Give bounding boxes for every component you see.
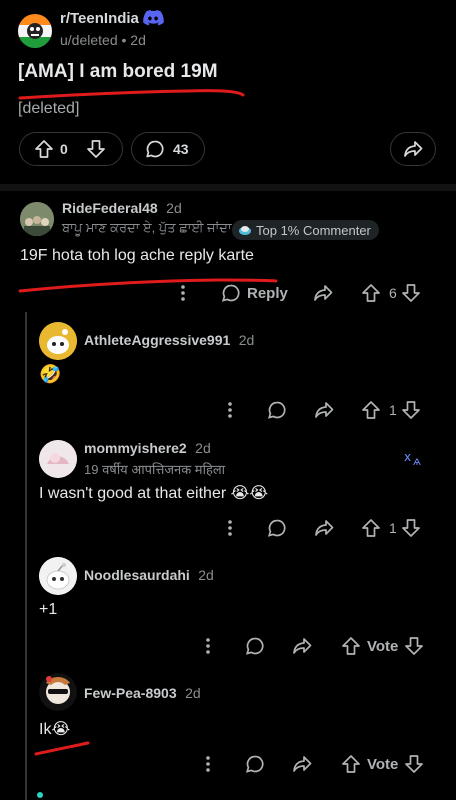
red-underline-annotation [34, 741, 90, 756]
downvote-icon[interactable] [401, 400, 421, 420]
comment-vote-bar: 1 [361, 400, 421, 420]
comment-username[interactable]: Few-Pea-8903 [84, 685, 177, 701]
reply-button[interactable] [245, 754, 265, 774]
comment-vote-bar: 6 [361, 283, 421, 303]
comment-vote-bar: Vote [341, 636, 424, 656]
translate-icon[interactable]: xѦ [404, 450, 424, 466]
reply-button[interactable]: Reply [221, 283, 288, 303]
comment-age: 2d [195, 440, 211, 456]
upvote-icon[interactable] [34, 139, 54, 159]
svg-text:x: x [404, 450, 411, 464]
reply-button[interactable] [267, 400, 287, 420]
comment-text[interactable]: I wasn't good at that either 😭😭 [39, 483, 268, 503]
comment-username[interactable]: AthleteAggressive991 [84, 332, 230, 348]
upvote-icon[interactable] [341, 754, 361, 774]
badge-icon [238, 223, 252, 237]
discord-icon[interactable] [142, 9, 164, 27]
comment-vote-bar: 1 [361, 518, 421, 538]
more-options-button[interactable] [222, 518, 238, 538]
post-age: 2d [130, 32, 146, 48]
reply-button[interactable] [245, 636, 265, 656]
comment-icon [221, 283, 241, 303]
avatar[interactable] [39, 557, 77, 595]
user-flair: ਬਾਪੂ ਮਾਣ ਕਰਦਾ ਏ, ਪੁੱਤ ਛਾਈ ਜਾਂਦਾ [62, 220, 232, 235]
post-comment-count: 43 [173, 141, 189, 157]
vote-label: Vote [367, 755, 399, 773]
share-button[interactable] [292, 754, 312, 774]
share-icon [403, 139, 423, 159]
post-author[interactable]: u/deleted [60, 32, 118, 48]
share-button[interactable] [390, 132, 436, 166]
share-button[interactable] [314, 400, 334, 420]
post-body: [deleted] [18, 100, 80, 117]
comment-age: 2d [185, 685, 201, 701]
downvote-icon[interactable] [401, 283, 421, 303]
comment-vote-bar: Vote [341, 754, 424, 774]
vote-label: Vote [367, 637, 399, 655]
comment-username[interactable]: mommyishere2 [84, 440, 187, 456]
comment-score: 1 [389, 520, 397, 536]
upvote-icon[interactable] [361, 400, 381, 420]
more-options-button[interactable] [175, 283, 191, 303]
upvote-icon[interactable] [361, 283, 381, 303]
upvote-icon[interactable] [361, 518, 381, 538]
avatar[interactable] [39, 440, 77, 478]
downvote-icon[interactable] [404, 754, 424, 774]
more-options-button[interactable] [222, 400, 238, 420]
comment-age: 2d [198, 567, 214, 583]
comment-age: 2d [166, 200, 182, 216]
reply-label: Reply [247, 284, 288, 302]
post-comments-button[interactable]: 43 [131, 132, 205, 166]
comment-score: 6 [389, 285, 397, 301]
post-title[interactable]: [AMA] I am bored 19M [18, 61, 218, 83]
top-commenter-badge: Top 1% Commenter [232, 220, 379, 240]
svg-text:Ѧ: Ѧ [413, 458, 421, 466]
comment-text[interactable]: +1 [39, 601, 57, 619]
avatar[interactable] [39, 673, 77, 711]
comment-username[interactable]: RideFederal48 [62, 200, 158, 216]
post-score: 0 [60, 141, 68, 157]
user-flair: 19 वर्षीय आपत्तिजनक महिला [84, 462, 226, 477]
avatar[interactable] [20, 202, 54, 236]
dot-separator: • [121, 32, 131, 48]
upvote-icon[interactable] [341, 636, 361, 656]
subreddit-avatar[interactable] [18, 14, 52, 48]
comment-text[interactable]: 19F hota toh log ache reply karte [20, 247, 254, 265]
comment-text[interactable]: 🤣 [39, 364, 61, 385]
thread-line [25, 312, 27, 800]
comment-icon [145, 139, 165, 159]
reply-button[interactable] [267, 518, 287, 538]
downvote-icon[interactable] [401, 518, 421, 538]
more-options-button[interactable] [200, 636, 216, 656]
share-button[interactable] [314, 518, 334, 538]
subreddit-name[interactable]: r/TeenIndia [60, 10, 139, 27]
comment-username[interactable]: Noodlesaurdahi [84, 567, 190, 583]
new-comment-indicator [37, 792, 43, 798]
comment-text[interactable]: Ik😭 [39, 719, 70, 739]
comment-age: 2d [238, 332, 255, 348]
comment-score: 1 [389, 402, 397, 418]
more-options-button[interactable] [200, 754, 216, 774]
share-button[interactable] [292, 636, 312, 656]
avatar[interactable] [39, 322, 77, 360]
downvote-icon[interactable] [86, 139, 106, 159]
section-divider [0, 184, 456, 191]
badge-label: Top 1% Commenter [256, 222, 371, 238]
downvote-icon[interactable] [404, 636, 424, 656]
share-button[interactable] [313, 283, 333, 303]
post-vote-bar: 0 [19, 132, 123, 166]
